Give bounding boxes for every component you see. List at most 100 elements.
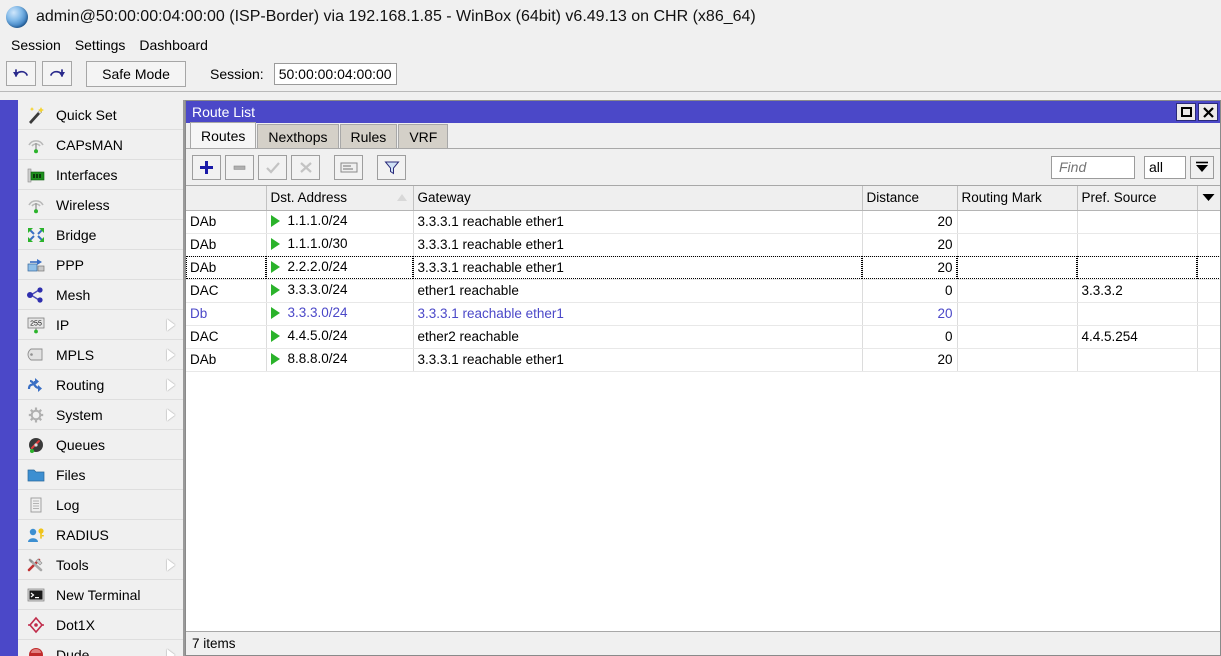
sidebar-item-label: New Terminal bbox=[56, 587, 141, 603]
search-scope-value[interactable]: all bbox=[1144, 156, 1186, 179]
chevron-right-icon bbox=[167, 649, 175, 656]
sidebar-item-mesh[interactable]: Mesh bbox=[18, 280, 183, 310]
cell-spacer bbox=[1197, 233, 1220, 256]
sidebar-item-tools[interactable]: Tools bbox=[18, 550, 183, 580]
sidebar-item-label: Interfaces bbox=[56, 167, 117, 183]
sidebar-item-label: Log bbox=[56, 497, 79, 513]
terminal-icon bbox=[24, 584, 48, 606]
tab-rules[interactable]: Rules bbox=[340, 124, 398, 148]
cell-gateway: 3.3.3.1 reachable ether1 bbox=[413, 348, 862, 371]
search-input[interactable] bbox=[1051, 156, 1135, 179]
column-header-flags[interactable] bbox=[186, 186, 266, 210]
cell-spacer bbox=[1197, 302, 1220, 325]
cell-spacer bbox=[1197, 348, 1220, 371]
sidebar-item-capsman[interactable]: CAPsMAN bbox=[18, 130, 183, 160]
redo-button[interactable] bbox=[42, 61, 72, 86]
chevron-right-icon bbox=[167, 349, 175, 361]
table-row[interactable]: DAC 4.4.5.0/24 ether2 reachable 0 4.4.5.… bbox=[186, 325, 1220, 348]
tab-routes[interactable]: Routes bbox=[190, 122, 256, 148]
sidebar-item-radius[interactable]: RADIUS bbox=[18, 520, 183, 550]
sidebar-item-label: RADIUS bbox=[56, 527, 109, 543]
disable-button[interactable] bbox=[291, 155, 320, 180]
cell-spacer bbox=[1197, 210, 1220, 233]
sidebar-item-label: System bbox=[56, 407, 103, 423]
undo-button[interactable] bbox=[6, 61, 36, 86]
route-active-arrow-icon bbox=[271, 284, 280, 296]
sidebar-item-new-terminal[interactable]: New Terminal bbox=[18, 580, 183, 610]
cell-distance: 0 bbox=[862, 279, 957, 302]
column-header-gateway[interactable]: Gateway bbox=[413, 186, 862, 210]
sidebar-item-ip[interactable]: 255 IP bbox=[18, 310, 183, 340]
route-active-arrow-icon bbox=[271, 353, 280, 365]
routes-table-container[interactable]: Dst. Address Gateway Distance Routing Ma… bbox=[186, 185, 1220, 631]
cell-flags: Db bbox=[186, 302, 266, 325]
search-field[interactable] bbox=[1057, 158, 1129, 176]
sidebar-item-routing[interactable]: Routing bbox=[18, 370, 183, 400]
column-header-distance[interactable]: Distance bbox=[862, 186, 957, 210]
cell-gateway: ether2 reachable bbox=[413, 325, 862, 348]
column-header-routing-mark[interactable]: Routing Mark bbox=[957, 186, 1077, 210]
cell-flags: DAC bbox=[186, 325, 266, 348]
route-list-titlebar[interactable]: Route List bbox=[186, 101, 1220, 123]
routes-table-body: DAb 1.1.1.0/24 3.3.3.1 reachable ether1 … bbox=[186, 210, 1220, 371]
sidebar-item-label: Routing bbox=[56, 377, 104, 393]
sidebar-item-label: Files bbox=[56, 467, 86, 483]
maximize-icon[interactable] bbox=[1176, 103, 1196, 121]
chevron-down-icon[interactable] bbox=[1190, 156, 1214, 179]
sidebar-item-dot1x[interactable]: Dot1X bbox=[18, 610, 183, 640]
sidebar-item-interfaces[interactable]: Interfaces bbox=[18, 160, 183, 190]
sidebar-item-queues[interactable]: Queues bbox=[18, 430, 183, 460]
gear-icon bbox=[24, 404, 48, 426]
sidebar-item-mpls[interactable]: MPLS bbox=[18, 340, 183, 370]
sidebar-item-quick-set[interactable]: Quick Set bbox=[18, 100, 183, 130]
comment-button[interactable] bbox=[334, 155, 363, 180]
table-row[interactable]: DAC 3.3.3.0/24 ether1 reachable 0 3.3.3.… bbox=[186, 279, 1220, 302]
cell-dst-address: 1.1.1.0/30 bbox=[266, 233, 413, 256]
menubar: Session Settings Dashboard bbox=[0, 34, 1221, 56]
sidebar-item-ppp[interactable]: PPP bbox=[18, 250, 183, 280]
filter-button[interactable] bbox=[377, 155, 406, 180]
enable-button[interactable] bbox=[258, 155, 287, 180]
column-header-dst-address[interactable]: Dst. Address bbox=[266, 186, 413, 210]
chevron-right-icon bbox=[167, 379, 175, 391]
route-active-arrow-icon bbox=[271, 330, 280, 342]
sidebar-item-wireless[interactable]: Wireless bbox=[18, 190, 183, 220]
table-row[interactable]: Db 3.3.3.0/24 3.3.3.1 reachable ether1 2… bbox=[186, 302, 1220, 325]
menu-dashboard[interactable]: Dashboard bbox=[132, 36, 215, 54]
table-row[interactable]: DAb 2.2.2.0/24 3.3.3.1 reachable ether1 … bbox=[186, 256, 1220, 279]
menu-session[interactable]: Session bbox=[4, 36, 68, 54]
mpls-tag-icon bbox=[24, 344, 48, 366]
sidebar-item-bridge[interactable]: Bridge bbox=[18, 220, 183, 250]
sidebar-item-system[interactable]: System bbox=[18, 400, 183, 430]
dst-address-text: 1.1.1.0/30 bbox=[288, 236, 348, 251]
column-header-pref-source[interactable]: Pref. Source bbox=[1077, 186, 1197, 210]
tab-vrf[interactable]: VRF bbox=[398, 124, 448, 148]
log-icon bbox=[24, 494, 48, 516]
cell-dst-address: 8.8.8.0/24 bbox=[266, 348, 413, 371]
column-chooser-button[interactable] bbox=[1197, 186, 1220, 210]
table-row[interactable]: DAb 8.8.8.0/24 3.3.3.1 reachable ether1 … bbox=[186, 348, 1220, 371]
route-active-arrow-icon bbox=[271, 261, 280, 273]
bridge-icon bbox=[24, 224, 48, 246]
mesh-icon bbox=[24, 284, 48, 306]
sidebar-item-files[interactable]: Files bbox=[18, 460, 183, 490]
cell-pref-source: 3.3.3.2 bbox=[1077, 279, 1197, 302]
route-list-toolbar: all bbox=[186, 149, 1220, 185]
safe-mode-button[interactable]: Safe Mode bbox=[86, 61, 186, 87]
cell-flags: DAC bbox=[186, 279, 266, 302]
route-active-arrow-icon bbox=[271, 238, 280, 250]
menu-settings[interactable]: Settings bbox=[68, 36, 133, 54]
cell-routing-mark bbox=[957, 256, 1077, 279]
close-icon[interactable] bbox=[1198, 103, 1218, 121]
cell-dst-address: 3.3.3.0/24 bbox=[266, 302, 413, 325]
tab-nexthops[interactable]: Nexthops bbox=[257, 124, 338, 148]
sidebar-item-log[interactable]: Log bbox=[18, 490, 183, 520]
table-row[interactable]: DAb 1.1.1.0/30 3.3.3.1 reachable ether1 … bbox=[186, 233, 1220, 256]
table-row[interactable]: DAb 1.1.1.0/24 3.3.3.1 reachable ether1 … bbox=[186, 210, 1220, 233]
dst-address-text: 2.2.2.0/24 bbox=[288, 259, 348, 274]
sidebar-item-dude[interactable]: Dude bbox=[18, 640, 183, 656]
session-value[interactable]: 50:00:00:04:00:00 bbox=[274, 63, 397, 85]
cell-pref-source bbox=[1077, 233, 1197, 256]
add-button[interactable] bbox=[192, 155, 221, 180]
remove-button[interactable] bbox=[225, 155, 254, 180]
